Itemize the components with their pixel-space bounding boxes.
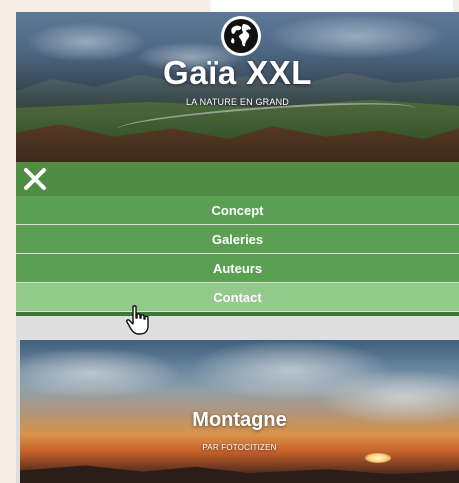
site-tagline: LA NATURE EN GRAND (186, 97, 289, 107)
hand-pointer-icon (124, 304, 154, 336)
menu-bar (16, 162, 459, 196)
nav-menu: Concept Galeries Auteurs Contact (16, 196, 459, 312)
menu-bottom-rule (16, 312, 459, 316)
site-title: Gaïa XXL (163, 54, 312, 91)
site-header: Gaïa XXL LA NATURE EN GRAND (16, 12, 459, 162)
sunset-sun (365, 453, 391, 463)
menu-item-auteurs[interactable]: Auteurs (16, 254, 459, 282)
card-subtitle: PAR FOTOCITIZEN (202, 443, 277, 452)
card-title: Montagne (192, 409, 287, 431)
sky-cloud (266, 14, 446, 59)
mountain-ridge (20, 465, 459, 483)
globe-icon[interactable] (221, 16, 261, 56)
menu-item-concept[interactable]: Concept (16, 196, 459, 224)
close-icon[interactable] (22, 166, 48, 192)
card-cloud (20, 348, 180, 398)
gallery-card-montagne[interactable]: Montagne PAR FOTOCITIZEN (20, 340, 459, 483)
menu-item-galeries[interactable]: Galeries (16, 225, 459, 253)
top-strip (16, 0, 453, 12)
menu-item-contact[interactable]: Contact (16, 283, 459, 311)
page-backdrop-left (0, 0, 16, 483)
mobile-viewport: Gaïa XXL LA NATURE EN GRAND Concept Gale… (16, 12, 459, 483)
